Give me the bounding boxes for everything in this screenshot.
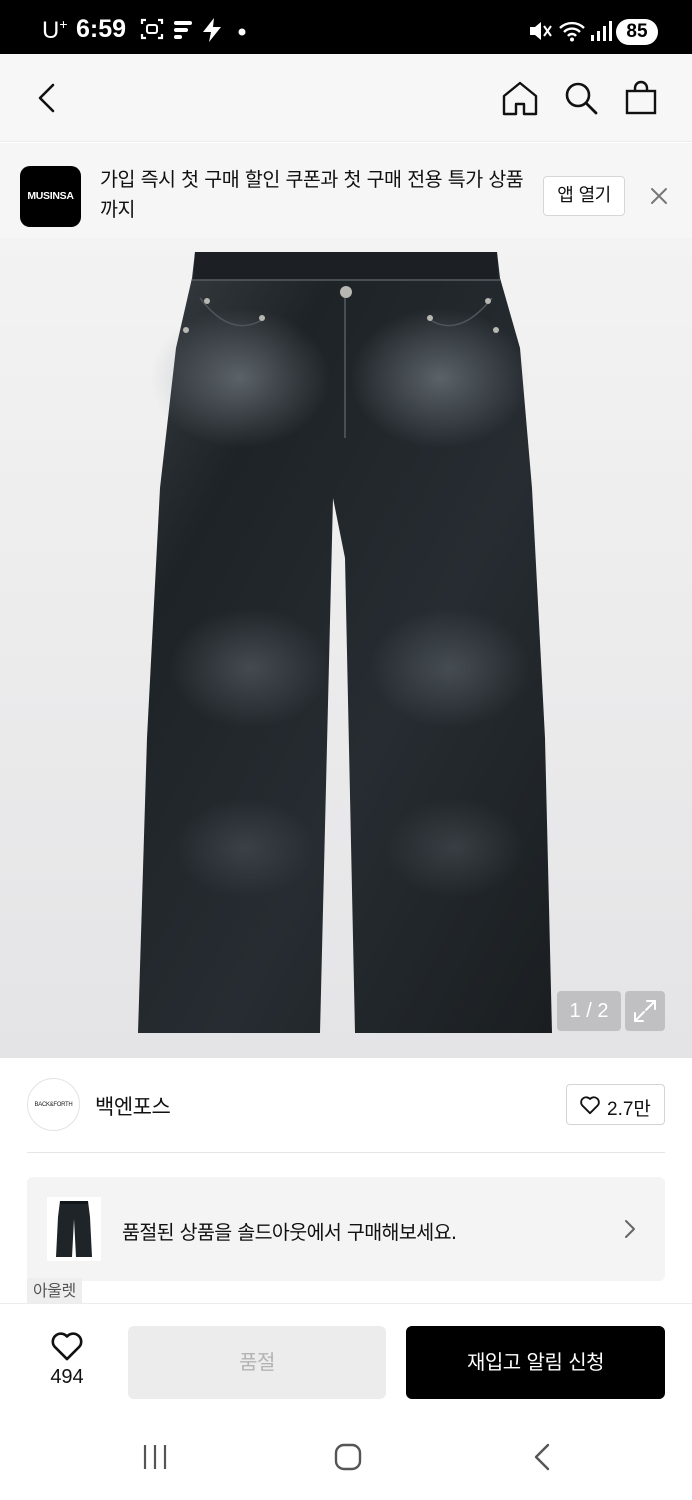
purchase-bar: 494 품절 재입고 알림 신청: [0, 1303, 692, 1418]
wifi-icon: [559, 21, 585, 42]
brand-like-count: 2.7만: [607, 1099, 651, 1120]
soldout-promo-card[interactable]: 품절된 상품을 솔드아웃에서 구매해보세요.: [27, 1177, 665, 1281]
carrier-label: U+: [42, 16, 68, 44]
back-nav-icon[interactable]: [528, 1442, 558, 1472]
wishlist-button[interactable]: 494: [30, 1328, 104, 1398]
product-image-carousel[interactable]: 1 / 2: [0, 238, 692, 1058]
system-nav-bar: [0, 1418, 692, 1500]
back-icon[interactable]: [28, 78, 68, 118]
heart-icon: [580, 1096, 600, 1115]
signal-icon: [591, 21, 612, 41]
status-bar: U+ 6:59 85: [0, 0, 692, 54]
brand-like-button[interactable]: 2.7만: [566, 1084, 665, 1125]
shopping-bag-icon[interactable]: [621, 78, 661, 118]
expand-button[interactable]: [625, 991, 665, 1031]
search-icon[interactable]: [561, 78, 601, 118]
expand-icon: [634, 1000, 656, 1022]
outlet-tag: 아울렛: [27, 1278, 82, 1304]
musinsa-logo: MUSINSA: [20, 166, 81, 227]
soldout-thumbnail: [47, 1197, 101, 1261]
flow-icon: [174, 21, 192, 39]
brand-logo[interactable]: BACK&FORTH: [27, 1078, 80, 1131]
close-icon[interactable]: [646, 183, 672, 209]
app-header: [0, 54, 692, 142]
home-nav-icon[interactable]: [333, 1442, 363, 1472]
app-download-banner: MUSINSA 가입 즉시 첫 구매 할인 쿠폰과 첫 구매 전용 특가 상품까…: [0, 143, 692, 238]
recent-apps-icon[interactable]: [140, 1442, 170, 1472]
banner-text: 가입 즉시 첫 구매 할인 쿠폰과 첫 구매 전용 특가 상품까지: [100, 168, 524, 221]
bolt-icon: [203, 18, 221, 42]
screenshot-icon: [140, 18, 164, 40]
brand-row[interactable]: BACK&FORTH 백엔포스 2.7만: [0, 1058, 692, 1153]
product-photo-jeans: [138, 252, 552, 1033]
chevron-right-icon: [625, 1220, 635, 1238]
status-time: 6:59: [76, 15, 127, 43]
battery-indicator: 85: [616, 19, 658, 45]
soldout-button: 품절: [128, 1326, 386, 1399]
soldout-promo-text: 품절된 상품을 솔드아웃에서 구매해보세요.: [122, 1221, 457, 1244]
mute-icon: [530, 22, 552, 40]
divider: [27, 1152, 665, 1153]
wishlist-count: 494: [50, 1366, 84, 1388]
home-icon[interactable]: [500, 78, 540, 118]
restock-alert-button[interactable]: 재입고 알림 신청: [406, 1326, 665, 1399]
brand-name[interactable]: 백엔포스: [95, 1091, 171, 1121]
heart-icon: [51, 1332, 83, 1361]
open-app-button[interactable]: 앱 열기: [543, 176, 625, 216]
image-counter: 1 / 2: [557, 991, 621, 1031]
dot-icon: [238, 28, 246, 36]
